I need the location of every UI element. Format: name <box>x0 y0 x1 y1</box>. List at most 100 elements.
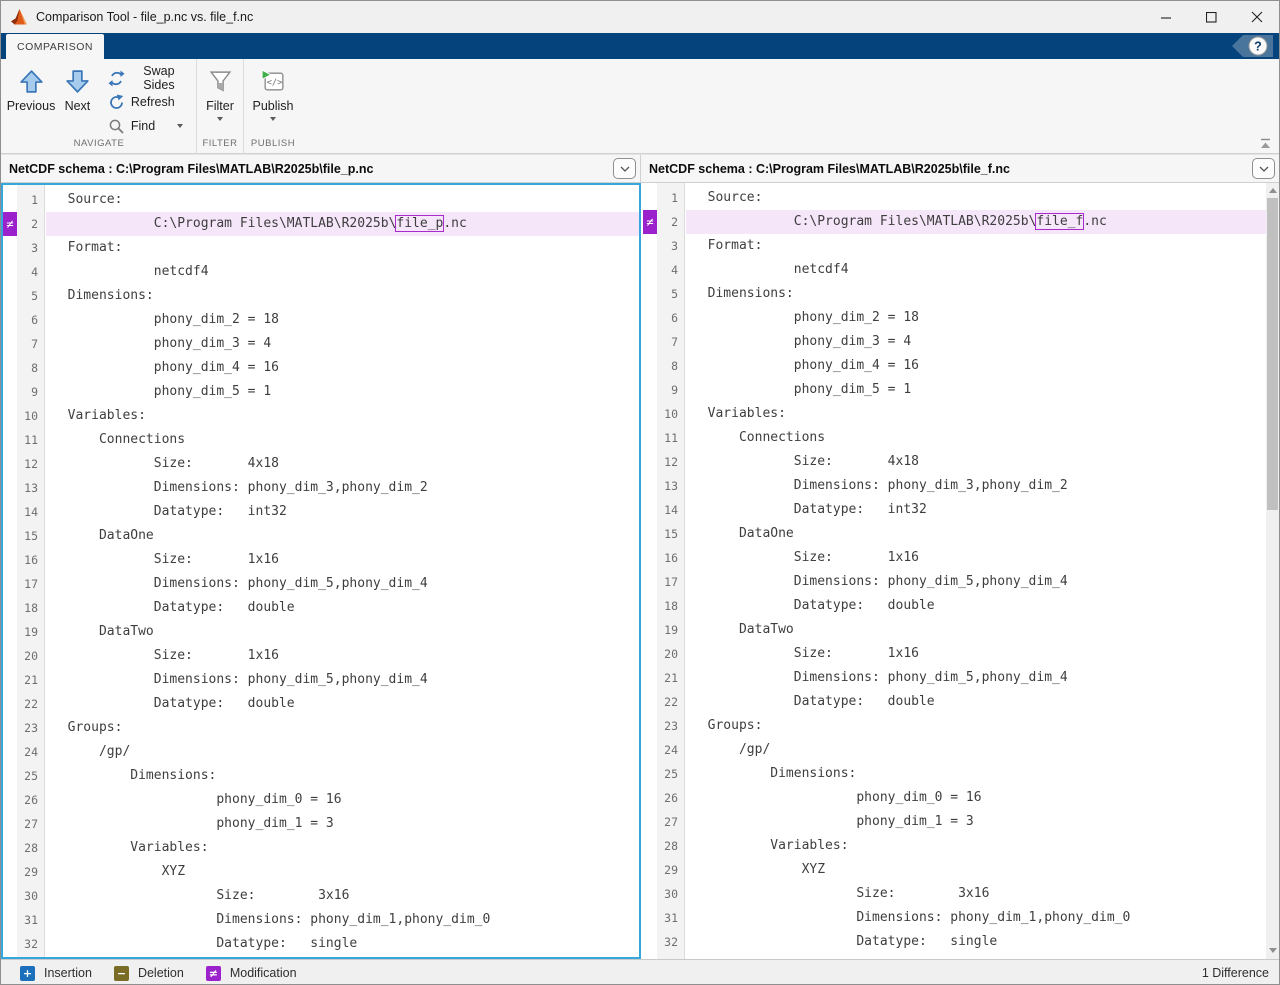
minimize-button[interactable] <box>1144 1 1189 33</box>
code-line: 29 XYZ <box>3 860 639 884</box>
line-text: Size: 3x16 <box>686 882 1266 906</box>
publish-button[interactable]: </> Publish <box>247 66 299 122</box>
code-line: 27 phony_dim_1 = 3 <box>3 812 639 836</box>
code-line: 27 phony_dim_1 = 3 <box>643 810 1266 834</box>
diff-marker-empty <box>643 762 657 786</box>
help-button[interactable]: ? <box>1231 35 1273 57</box>
swap-sides-button[interactable]: Swap Sides <box>102 66 193 90</box>
filter-group-label: FILTER <box>200 138 240 153</box>
scrollbar-down-arrow[interactable] <box>1266 944 1279 957</box>
diff-marker-empty <box>643 354 657 378</box>
right-pane-title: NetCDF schema : C:\Program Files\MATLAB\… <box>649 162 1010 176</box>
find-button[interactable]: Find <box>102 114 193 138</box>
navigate-group-label: NAVIGATE <box>5 138 193 153</box>
scrollbar-thumb[interactable] <box>1267 198 1278 510</box>
line-text: phony_dim_1 = 3 <box>686 810 1266 834</box>
diff-marker-empty <box>3 308 17 332</box>
line-text: Datatype: double <box>46 692 639 716</box>
code-line-modified[interactable]: ≠2 C:\Program Files\MATLAB\R2025b\file_f… <box>643 210 1266 234</box>
line-text: Dimensions: phony_dim_1,phony_dim_0 <box>46 908 639 932</box>
diff-marker-empty <box>3 476 17 500</box>
filter-button[interactable]: Filter <box>200 66 240 122</box>
next-label: Next <box>65 99 91 113</box>
line-text: Size: 4x18 <box>686 450 1266 474</box>
vertical-scrollbar[interactable] <box>1266 183 1279 959</box>
maximize-button[interactable] <box>1189 1 1234 33</box>
right-pane-menu-button[interactable] <box>1252 158 1275 179</box>
code-line: 10 Variables: <box>643 402 1266 426</box>
line-number: 24 <box>657 738 685 762</box>
code-line: 9 phony_dim_5 = 1 <box>643 378 1266 402</box>
modification-marker-icon: ≠ <box>643 210 657 234</box>
line-number: 10 <box>17 404 45 428</box>
diff-marker-empty <box>3 380 17 404</box>
swap-sides-icon <box>108 70 125 87</box>
line-number: 18 <box>657 594 685 618</box>
line-text: C:\Program Files\MATLAB\R2025b\file_f.nc <box>686 210 1266 234</box>
code-line: 11 Connections <box>643 426 1266 450</box>
line-text: phony_dim_3 = 4 <box>686 330 1266 354</box>
code-line: 25 Dimensions: <box>643 762 1266 786</box>
line-number: 3 <box>657 234 685 258</box>
code-lines: 1 Source:≠2 C:\Program Files\MATLAB\R202… <box>3 185 639 956</box>
diff-marker-empty <box>3 572 17 596</box>
line-text: phony_dim_3 = 4 <box>46 332 639 356</box>
maximize-icon <box>1206 12 1217 23</box>
diff-marker-empty <box>3 356 17 380</box>
line-text: Dimensions: <box>686 282 1266 306</box>
deletion-label: Deletion <box>138 966 184 980</box>
line-text: netcdf4 <box>686 258 1266 282</box>
code-line: 11 Connections <box>3 428 639 452</box>
diff-marker-empty <box>643 786 657 810</box>
tab-comparison[interactable]: COMPARISON <box>6 34 104 59</box>
code-line: 28 Variables: <box>643 834 1266 858</box>
diff-marker-empty <box>643 378 657 402</box>
filter-funnel-icon <box>207 68 234 95</box>
diff-marker-empty <box>3 908 17 932</box>
line-number: 6 <box>657 306 685 330</box>
arrow-up-icon <box>18 68 45 95</box>
line-text: Datatype: single <box>46 932 639 956</box>
diff-marker-empty <box>3 452 17 476</box>
code-line: 13 Dimensions: phony_dim_3,phony_dim_2 <box>3 476 639 500</box>
left-pane-title: NetCDF schema : C:\Program Files\MATLAB\… <box>9 162 373 176</box>
diff-marker-empty <box>3 620 17 644</box>
line-text: /gp/ <box>686 738 1266 762</box>
code-line: 24 /gp/ <box>643 738 1266 762</box>
left-pane-menu-button[interactable] <box>613 158 636 179</box>
refresh-button[interactable]: Refresh <box>102 90 193 114</box>
code-line: 4 netcdf4 <box>643 258 1266 282</box>
line-number: 25 <box>657 762 685 786</box>
code-line: 7 phony_dim_3 = 4 <box>643 330 1266 354</box>
line-number: 12 <box>17 452 45 476</box>
next-button[interactable]: Next <box>57 66 98 114</box>
line-number: 14 <box>17 500 45 524</box>
diff-marker-empty <box>3 716 17 740</box>
line-text: Dimensions: phony_dim_3,phony_dim_2 <box>686 474 1266 498</box>
diff-marker-empty <box>643 522 657 546</box>
code-line: 18 Datatype: double <box>643 594 1266 618</box>
scrollbar-up-arrow[interactable] <box>1266 184 1279 197</box>
find-label: Find <box>131 119 155 133</box>
diff-marker-empty <box>643 282 657 306</box>
diff-marker-empty <box>3 332 17 356</box>
line-text: Groups: <box>46 716 639 740</box>
diff-marker-empty <box>643 306 657 330</box>
collapse-ribbon-button[interactable] <box>1258 138 1272 150</box>
line-text: Dimensions: <box>686 762 1266 786</box>
diff-marker-empty <box>643 858 657 882</box>
toolbar-divider <box>196 59 197 153</box>
close-button[interactable] <box>1234 1 1279 33</box>
svg-text:</>: </> <box>266 78 282 88</box>
diff-marker-empty <box>3 644 17 668</box>
line-text: Dimensions: <box>46 284 639 308</box>
line-number: 13 <box>17 476 45 500</box>
code-line: 20 Size: 1x16 <box>643 642 1266 666</box>
line-number: 27 <box>657 810 685 834</box>
line-number: 11 <box>657 426 685 450</box>
code-line-modified[interactable]: ≠2 C:\Program Files\MATLAB\R2025b\file_p… <box>3 212 639 236</box>
previous-button[interactable]: Previous <box>5 66 57 114</box>
line-number: 28 <box>657 834 685 858</box>
line-number: 13 <box>657 474 685 498</box>
diff-marker-empty <box>3 500 17 524</box>
